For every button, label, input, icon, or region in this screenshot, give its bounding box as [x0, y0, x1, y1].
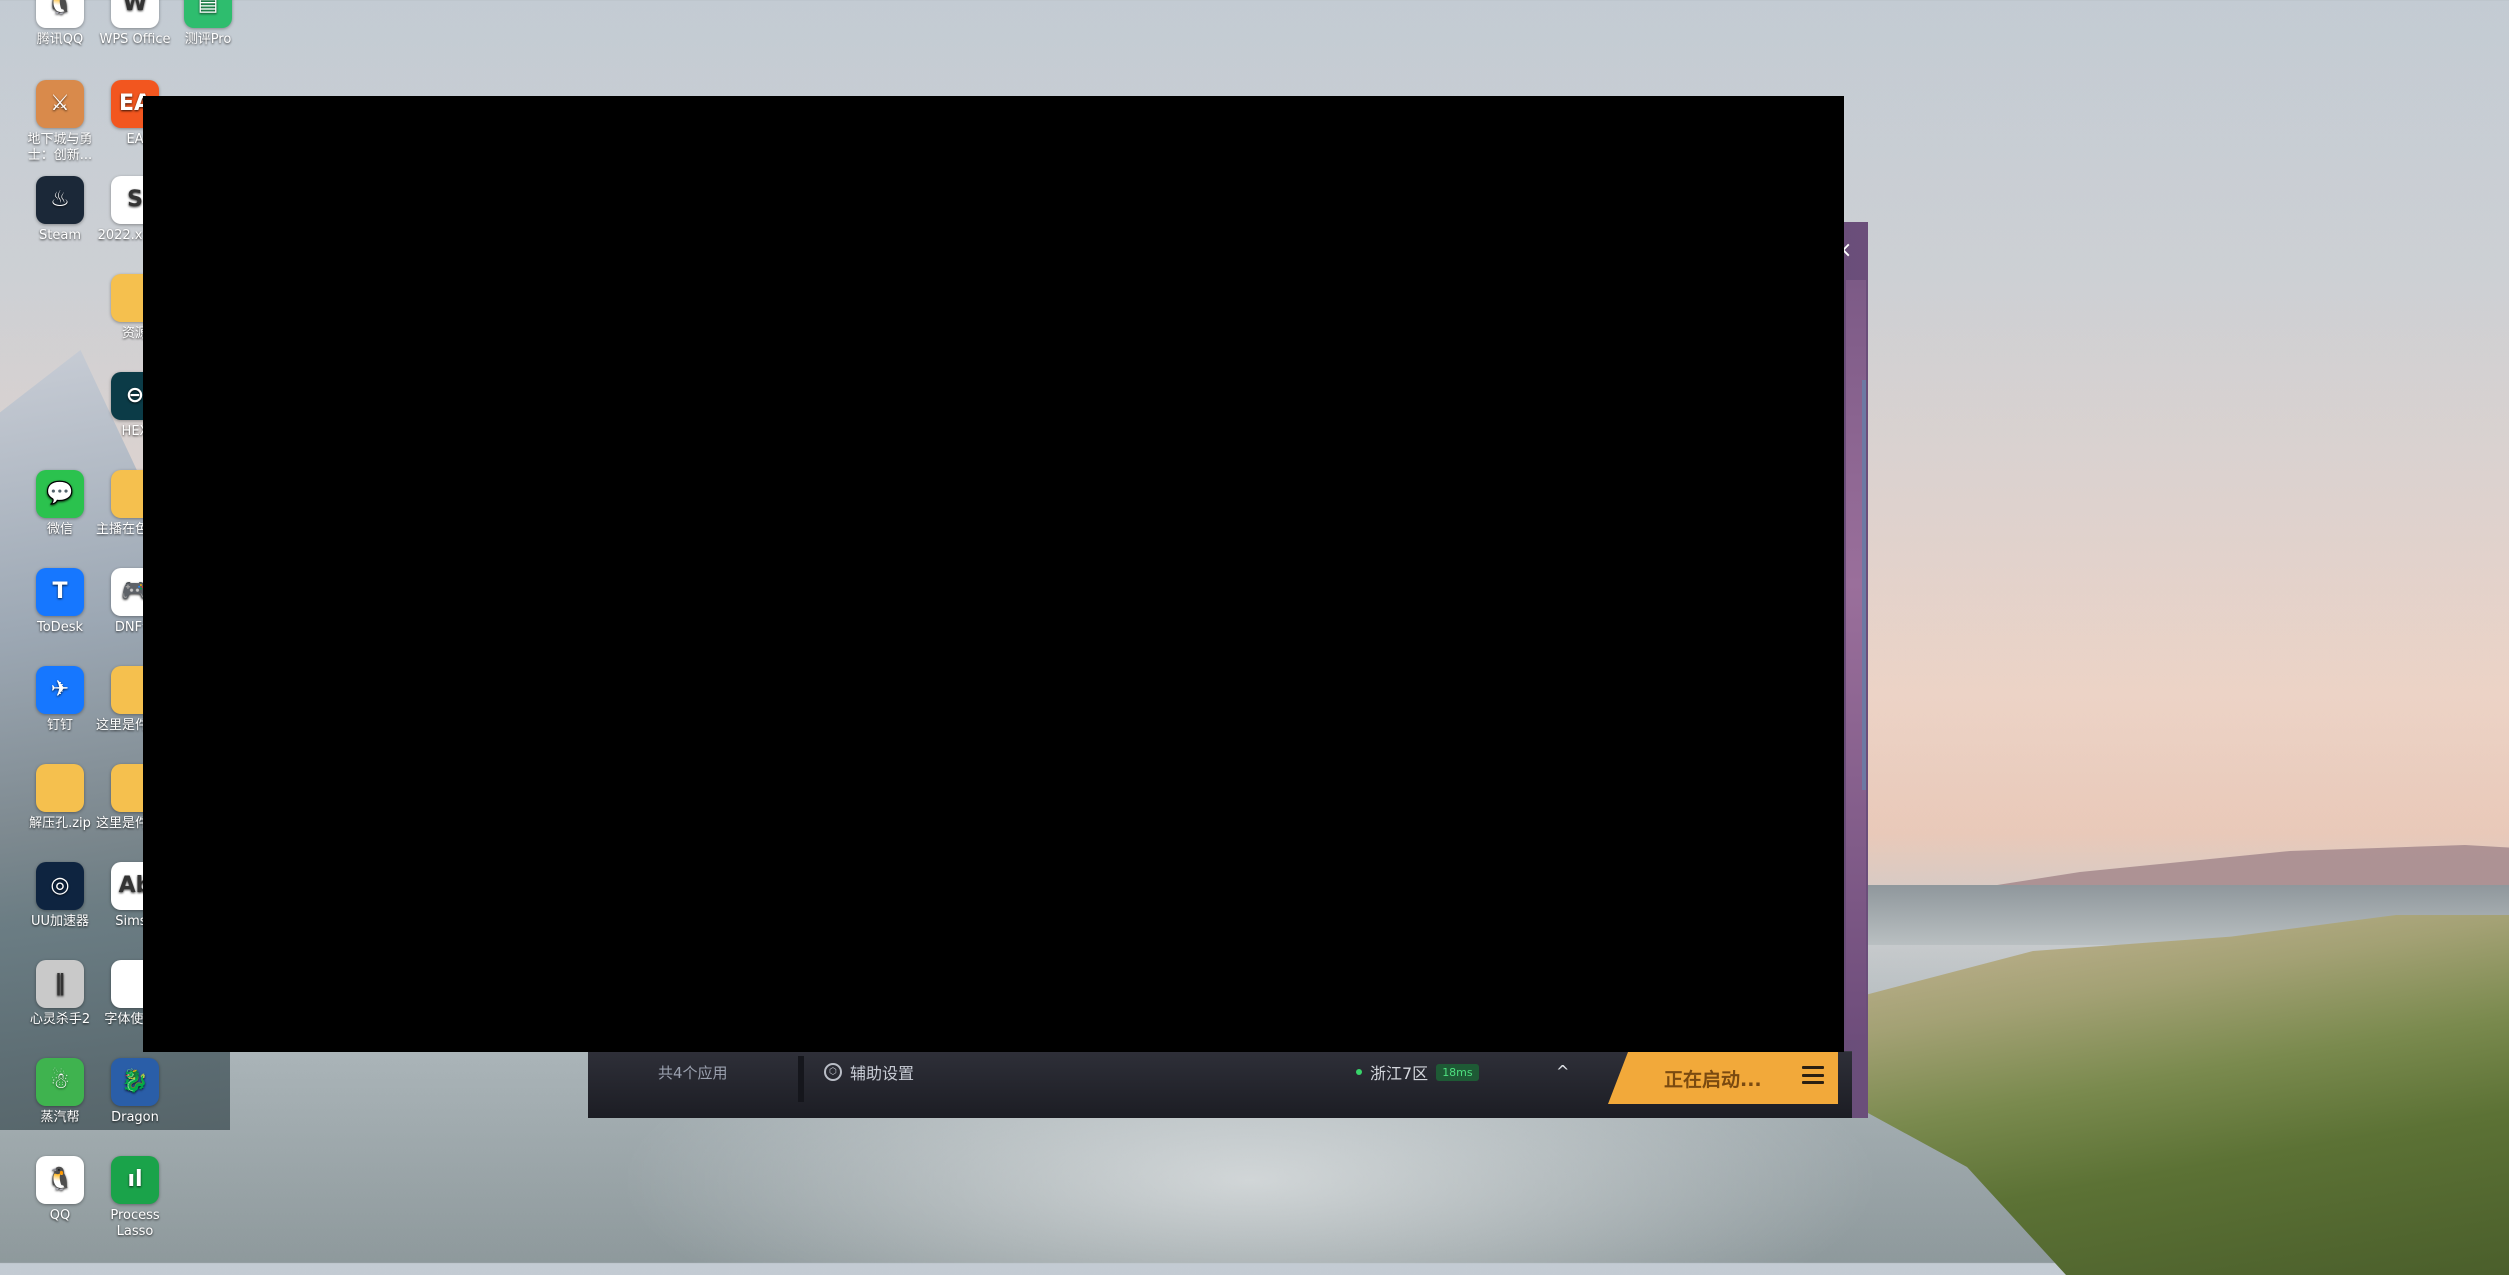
start-button-label: 正在启动... — [1664, 1068, 1762, 1091]
desktop-icon-qqgame[interactable]: 🐧 腾讯QQ — [20, 0, 100, 48]
server-region-selector[interactable]: 浙江7区 18ms — [1356, 1060, 1479, 1084]
desktop-icon-dingtalk[interactable]: ✈ 钉钉 — [20, 666, 100, 734]
game1-icon: ⚔ — [36, 80, 84, 128]
desktop-grass — [1868, 915, 2509, 1275]
desktop-icon-label: 腾讯QQ — [36, 32, 84, 47]
desktop-icon-wps[interactable]: W WPS Office — [95, 0, 175, 48]
desktop-icon-killer[interactable]: ‖ 心灵杀手2 — [20, 960, 100, 1028]
launcher-scrollbar[interactable] — [1862, 380, 1866, 790]
qqgame-icon: 🐧 — [36, 0, 84, 28]
desktop-icon-label: 心灵杀手2 — [29, 1012, 91, 1027]
region-label: 浙江7区 — [1370, 1064, 1429, 1083]
desktop-icon-label: 地下城与勇士：创新... — [27, 132, 93, 163]
zip-icon — [36, 764, 84, 812]
desktop-icon-dragon[interactable]: 🐉 Dragon — [95, 1058, 175, 1126]
desktop-icon-wechat[interactable]: 💬 微信 — [20, 470, 100, 538]
chevron-up-icon[interactable]: ^ — [1556, 1062, 1569, 1081]
steamhelper-icon: ☃ — [36, 1058, 84, 1106]
wps-icon: W — [111, 0, 159, 28]
steam-icon: ♨ — [36, 176, 84, 224]
desktop-icon-label: Dragon — [111, 1110, 159, 1125]
desktop-icon-label: 蒸汽帮 — [40, 1110, 80, 1125]
uu-icon: ◎ — [36, 862, 84, 910]
desktop-icon-game1[interactable]: ⚔ 地下城与勇士：创新... — [20, 80, 100, 164]
desktop-icon-label: ToDesk — [37, 620, 83, 635]
desktop-icon-label: 解压孔.zip — [29, 816, 91, 831]
bar-divider — [798, 1056, 804, 1102]
qq-icon: 🐧 — [36, 1156, 84, 1204]
desktop-icon-zip[interactable]: 解压孔.zip — [20, 764, 100, 832]
killer-icon: ‖ — [36, 960, 84, 1008]
desktop-icon-label: 钉钉 — [46, 718, 73, 733]
online-dot-icon — [1356, 1069, 1362, 1075]
todesk-icon: T — [36, 568, 84, 616]
desktop-icon-todesk[interactable]: T ToDesk — [20, 568, 100, 636]
lasso-icon: ıl — [111, 1156, 159, 1204]
desktop-icon-qq[interactable]: 🐧 QQ — [20, 1156, 100, 1224]
launcher-bottom-bar: 共4个应用 ⬡ 辅助设置 浙江7区 18ms ^ 正在启动... — [588, 1051, 1852, 1118]
ping-badge: 18ms — [1436, 1063, 1479, 1081]
black-game-window[interactable] — [143, 96, 1844, 1052]
assist-settings-label: 辅助设置 — [850, 1064, 915, 1083]
desktop-icon-label: WPS Office — [99, 32, 171, 47]
assist-settings-button[interactable]: ⬡ 辅助设置 — [824, 1060, 914, 1084]
desktop-icon-label: 微信 — [46, 522, 73, 537]
pro-icon: ▤ — [184, 0, 232, 28]
desktop-icon-steamhelper[interactable]: ☃ 蒸汽帮 — [20, 1058, 100, 1126]
gear-icon: ⬡ — [824, 1063, 842, 1081]
desktop-icon-uu[interactable]: ◎ UU加速器 — [20, 862, 100, 930]
start-game-button[interactable]: 正在启动... — [1608, 1052, 1838, 1104]
wechat-icon: 💬 — [36, 470, 84, 518]
desktop-icon-label: Steam — [39, 228, 81, 243]
desktop-icon-pro[interactable]: ▤ 测评Pro — [168, 0, 248, 48]
desktop-icon-lasso[interactable]: ıl Process Lasso — [95, 1156, 175, 1240]
dragon-icon: 🐉 — [111, 1058, 159, 1106]
desktop-icon-label: QQ — [49, 1208, 71, 1223]
desktop-icon-steam[interactable]: ♨ Steam — [20, 176, 100, 244]
hamburger-menu-icon[interactable] — [1802, 1066, 1824, 1084]
desktop-icon-label: UU加速器 — [30, 914, 90, 929]
apps-count-label: 共4个应用 — [658, 1064, 728, 1082]
desktop-icon-label: Process Lasso — [110, 1208, 160, 1239]
dingtalk-icon: ✈ — [36, 666, 84, 714]
desktop-icon-label: 测评Pro — [184, 32, 232, 47]
